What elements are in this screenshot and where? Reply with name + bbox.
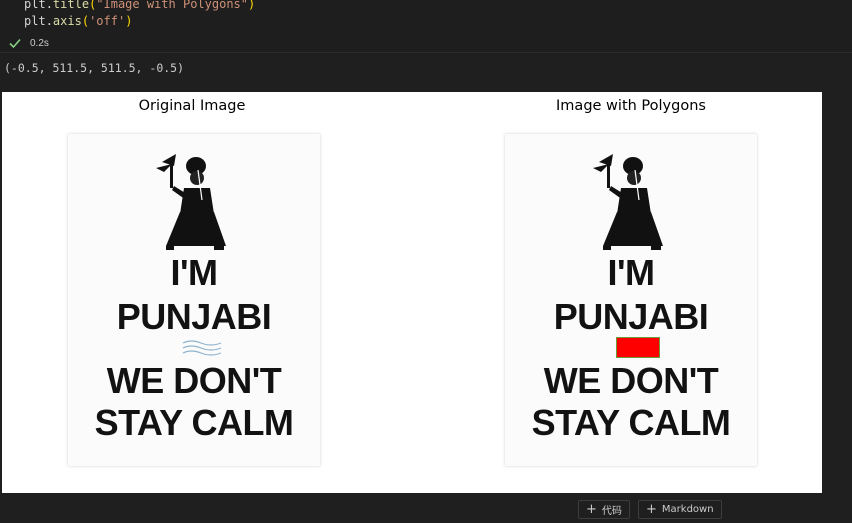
check-icon [9,38,21,49]
poster-text-line: STAY CALM [531,402,731,443]
poster-text-line: I'M [170,252,218,293]
code-cell[interactable]: plt.title("Image with Polygons") plt.axi… [0,0,852,52]
code-line[interactable]: plt.axis('off') [24,14,132,28]
poster-image-original: I'M PUNJABI WE DON'T STAY CALM [68,134,320,466]
dancer-figure [156,154,226,250]
add-markdown-cell-button[interactable]: + Markdown [638,500,722,519]
divider [0,52,852,53]
poster-image-polygons: I'M PUNJABI WE DON'T STAY CALM [505,134,757,466]
poster-text-line: WE DON'T [106,360,282,401]
add-markdown-label: Markdown [661,504,714,515]
poster-text-line: I'M [607,252,655,293]
ornament-icon [182,340,222,356]
poster-text-line: STAY CALM [94,402,294,443]
dancer-figure [593,154,663,250]
add-code-label: 代码 [601,506,622,517]
plus-icon: + [646,502,657,517]
cell-toolbar [0,493,852,523]
add-code-cell-button[interactable]: + 代码 [578,500,630,519]
poster-text-line: WE DON'T [543,360,719,401]
subplot-title-polygons: Image with Polygons [556,98,706,114]
plus-icon: + [586,502,597,517]
poster-text-line: PUNJABI [553,296,709,337]
code-line[interactable]: plt.title("Image with Polygons") [24,0,255,11]
polygon-overlay [616,337,660,358]
run-duration: 0.2s [30,37,49,49]
poster-text-line: PUNJABI [116,296,272,337]
subplot-title-original: Original Image [138,98,246,114]
cell-output-text: (-0.5, 511.5, 511.5, -0.5) [4,61,185,75]
output-figure: Original Image Image with Polygons I'M P… [2,92,822,493]
run-status: 0.2s [8,35,49,51]
